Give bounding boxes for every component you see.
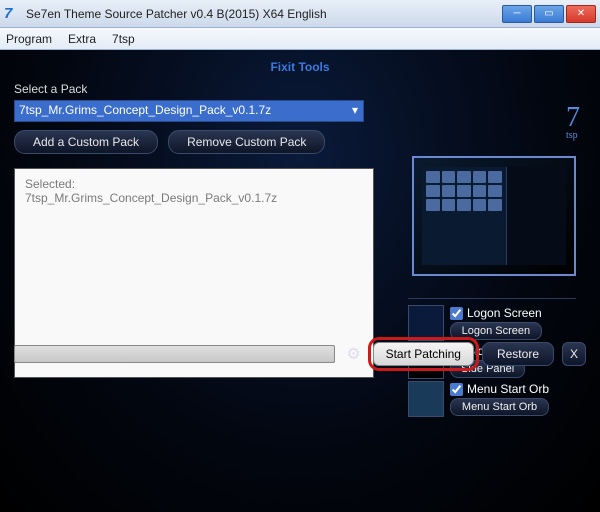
start-orb-thumbnail: [408, 381, 444, 417]
start-orb-checkbox-label: Menu Start Orb: [467, 382, 549, 396]
menu-extra[interactable]: Extra: [68, 32, 96, 46]
progress-bar: [14, 345, 335, 363]
restore-button[interactable]: Restore: [482, 342, 554, 366]
logon-screen-checkbox-label: Logon Screen: [467, 306, 542, 320]
fixit-tools-link[interactable]: Fixit Tools: [14, 60, 586, 74]
menu-7tsp[interactable]: 7tsp: [112, 32, 135, 46]
selected-label: Selected:: [25, 177, 363, 191]
tsp-logo: 7tsp: [566, 102, 580, 141]
select-pack-label: Select a Pack: [14, 82, 384, 96]
selected-value: 7tsp_Mr.Grims_Concept_Design_Pack_v0.1.7…: [25, 191, 363, 205]
gear-icon: ⚙: [343, 343, 365, 365]
window-controls: ─ ▭ ✕: [502, 5, 600, 23]
logon-screen-checkbox[interactable]: [450, 307, 463, 320]
menu-program[interactable]: Program: [6, 32, 52, 46]
start-patching-button[interactable]: Start Patching: [373, 342, 474, 366]
remove-custom-pack-button[interactable]: Remove Custom Pack: [168, 130, 325, 154]
theme-preview: [412, 156, 576, 276]
exit-button[interactable]: X: [562, 342, 586, 366]
maximize-button[interactable]: ▭: [534, 5, 564, 23]
logon-thumbnail: [408, 305, 444, 341]
titlebar: 7 Se7en Theme Source Patcher v0.4 B(2015…: [0, 0, 600, 28]
start-orb-checkbox[interactable]: [450, 383, 463, 396]
logon-screen-button[interactable]: Logon Screen: [450, 322, 542, 340]
app-icon: 7: [4, 5, 22, 23]
window-title: Se7en Theme Source Patcher v0.4 B(2015) …: [26, 7, 327, 21]
start-orb-button[interactable]: Menu Start Orb: [450, 398, 549, 416]
bottom-bar: ⚙ Start Patching Restore X: [14, 342, 586, 366]
pack-dropdown[interactable]: 7tsp_Mr.Grims_Concept_Design_Pack_v0.1.7…: [14, 100, 364, 122]
add-custom-pack-button[interactable]: Add a Custom Pack: [14, 130, 158, 154]
minimize-button[interactable]: ─: [502, 5, 532, 23]
menubar: Program Extra 7tsp: [0, 28, 600, 50]
close-button[interactable]: ✕: [566, 5, 596, 23]
